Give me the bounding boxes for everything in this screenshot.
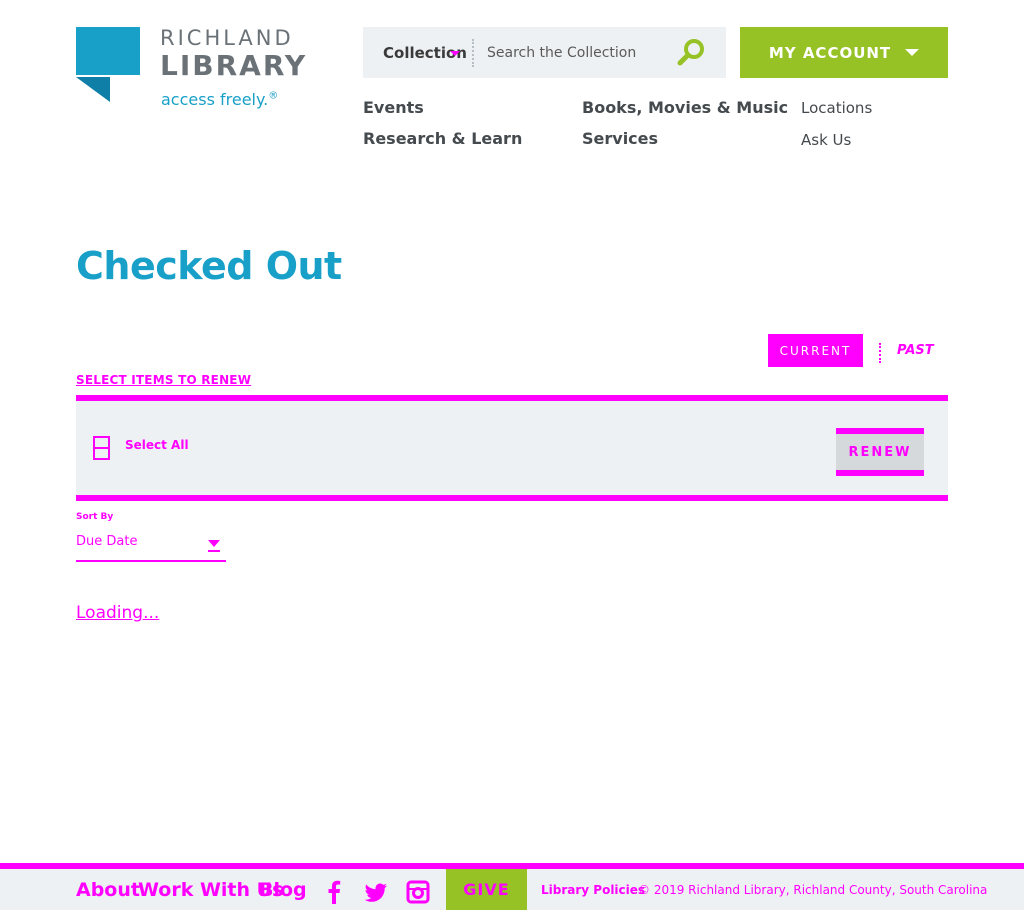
- select-all-checkbox[interactable]: [93, 436, 110, 460]
- chevron-down-icon[interactable]: [450, 51, 460, 56]
- renew-button[interactable]: RENEW: [836, 428, 924, 476]
- loading-text: Loading...: [76, 603, 160, 623]
- tab-past[interactable]: PAST: [897, 343, 934, 358]
- tab-current[interactable]: CURRENT: [768, 334, 863, 367]
- nav-locations[interactable]: Locations: [801, 99, 872, 117]
- facebook-icon[interactable]: [322, 879, 348, 905]
- footer-link-blog[interactable]: Blog: [259, 879, 307, 901]
- sort-label: Sort By: [76, 512, 114, 522]
- site-footer: About Work With Us Blog GIVE Library Pol…: [0, 863, 1024, 910]
- sort-select[interactable]: Due Date: [76, 532, 226, 562]
- logo-tagline-text: access freely.: [161, 90, 269, 109]
- logo-line2: LIBRARY: [160, 49, 308, 82]
- select-all-label[interactable]: Select All: [125, 438, 189, 452]
- logo-line1: RICHLAND: [160, 26, 294, 50]
- library-logo[interactable]: RICHLAND LIBRARY access freely.®: [76, 27, 326, 117]
- tab-divider: [879, 343, 881, 363]
- select-items-heading: SELECT ITEMS TO RENEW: [76, 373, 252, 387]
- chevron-down-icon: [208, 540, 220, 552]
- renew-panel: Select All RENEW: [76, 395, 948, 501]
- give-button[interactable]: GIVE: [446, 869, 527, 910]
- caret-down-icon: [905, 49, 920, 56]
- footer-link-library-policies[interactable]: Library Policies: [541, 883, 645, 897]
- logo-tagline: access freely.®: [161, 90, 278, 109]
- page-title: Checked Out: [76, 244, 342, 288]
- search-input[interactable]: [487, 41, 667, 65]
- nav-services[interactable]: Services: [582, 129, 658, 148]
- sort-value: Due Date: [76, 534, 138, 549]
- logo-registered-mark: ®: [268, 90, 279, 102]
- search-divider: [472, 39, 474, 67]
- twitter-icon[interactable]: [363, 879, 389, 905]
- nav-events[interactable]: Events: [363, 98, 424, 117]
- my-account-label: MY ACCOUNT: [768, 43, 892, 62]
- footer-link-about[interactable]: About: [76, 879, 140, 901]
- search-icon[interactable]: [677, 38, 705, 66]
- nav-ask-us[interactable]: Ask Us: [801, 131, 851, 149]
- instagram-icon[interactable]: [405, 879, 431, 905]
- nav-research-learn[interactable]: Research & Learn: [363, 129, 522, 148]
- logo-wordmark: RICHLAND LIBRARY: [160, 28, 307, 80]
- my-account-button[interactable]: MY ACCOUNT: [740, 27, 948, 78]
- search-bar: Collection: [363, 27, 726, 78]
- footer-copyright: © 2019 Richland Library, Richland County…: [638, 883, 988, 897]
- logo-mark-icon: [76, 27, 140, 102]
- nav-books-movies-music[interactable]: Books, Movies & Music: [582, 98, 788, 117]
